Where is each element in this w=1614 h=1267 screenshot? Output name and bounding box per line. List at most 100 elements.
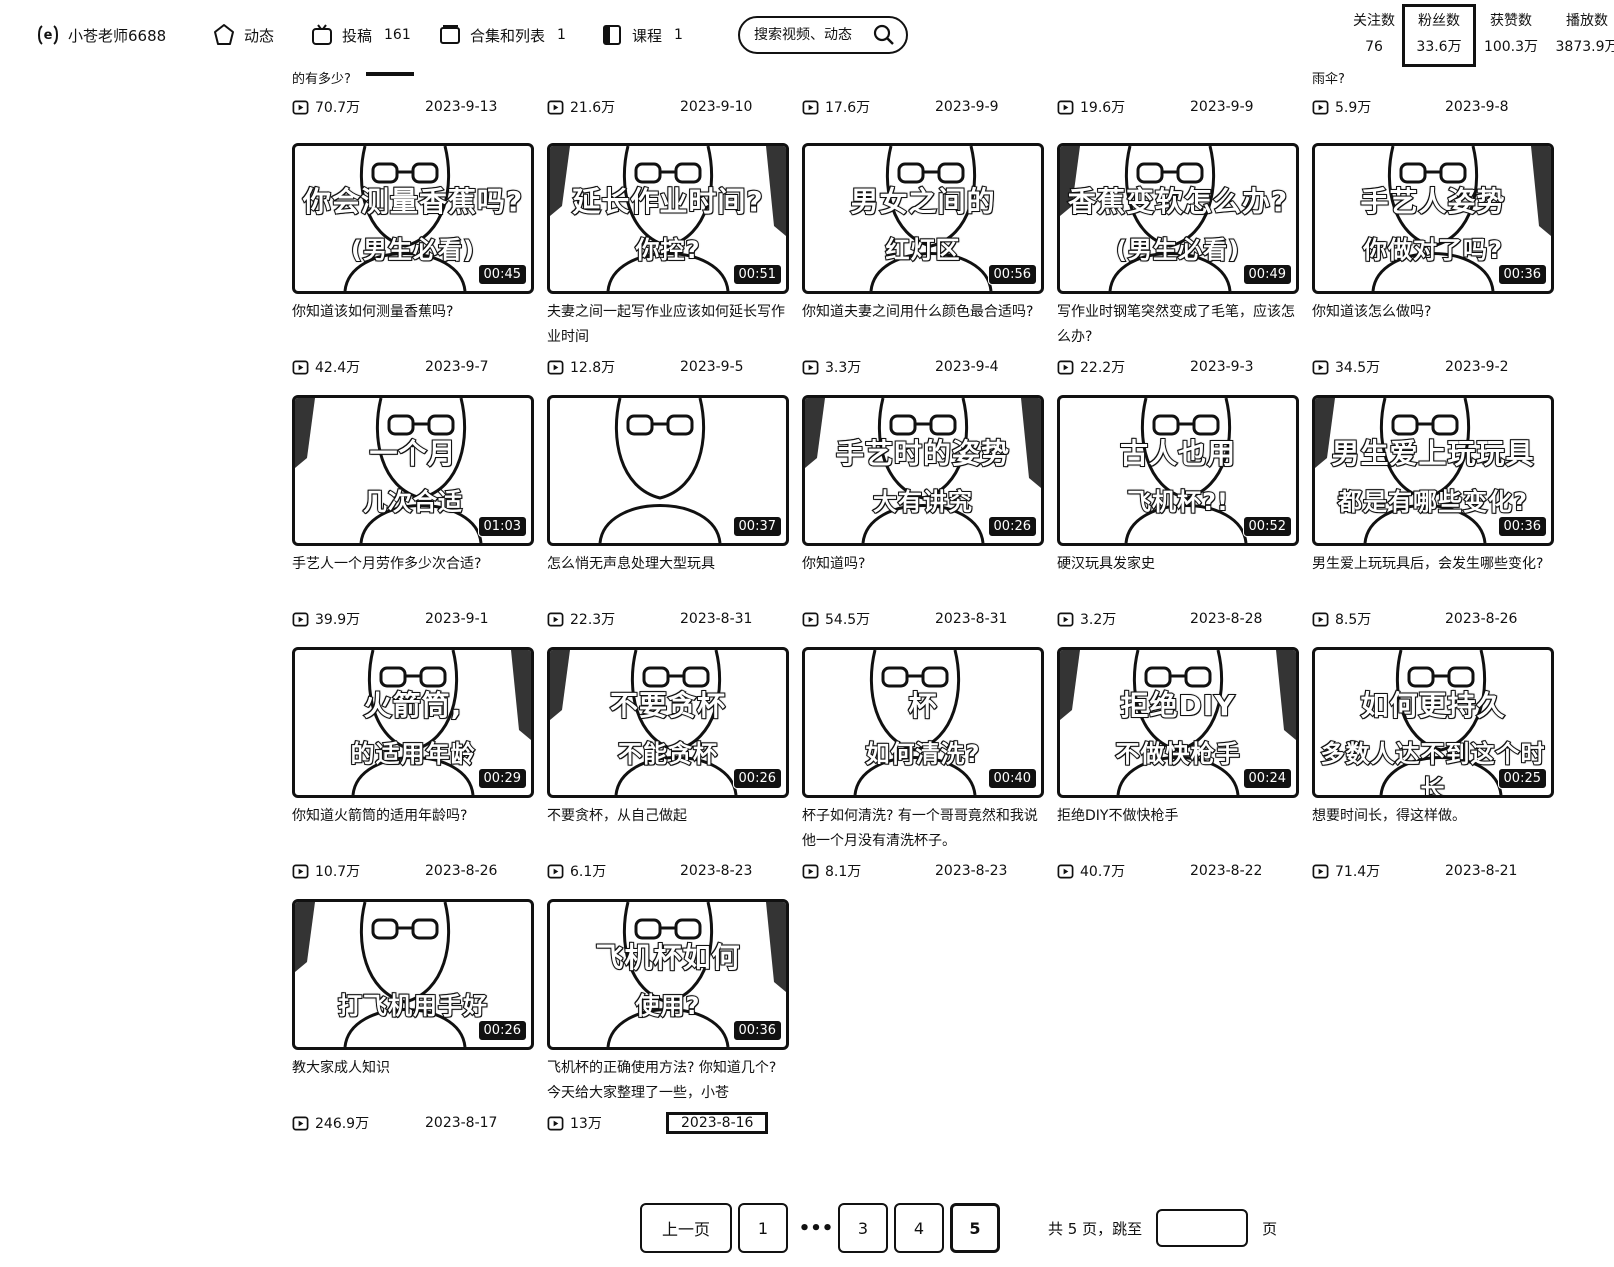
video-duration: 00:49 (1242, 264, 1292, 285)
nav-tab-courses[interactable]: 课程 1 (600, 20, 683, 50)
page-unit-label: 页 (1262, 1219, 1278, 1238)
video-thumbnail[interactable]: 香蕉变软怎么办? (男生必看) 00:49 (1057, 143, 1299, 294)
page-ellipsis: ••• (798, 1217, 834, 1239)
partial-video-card[interactable]: 的有多少? 70.7万 2023-9-13 (292, 70, 534, 118)
play-count-icon (802, 612, 819, 626)
thumbnail-subcaption: 你控? (635, 235, 701, 265)
stat-following[interactable]: 关注数 76 (1346, 8, 1402, 67)
video-card[interactable]: 如何更持久 多数人达不到这个时长 00:25 想要时间长，得这样做。 71.4万 2023… (1312, 647, 1554, 882)
video-thumbnail[interactable]: 男女之间的 红灯区 00:56 (802, 143, 1044, 294)
video-title[interactable]: 你知道吗? (802, 552, 1044, 602)
video-card[interactable]: 古人也用 飞机杯?! 00:52 硬汉玩具发家史 3.2万 2023-8-28 (1057, 395, 1299, 630)
video-title[interactable]: 飞机杯的正确使用方法? 你知道几个? 今天给大家整理了一些，小苍 (547, 1056, 789, 1106)
page-button-4[interactable]: 4 (894, 1203, 944, 1253)
video-card[interactable]: 男生爱上玩玩具 都是有哪些变化? 00:36 男生爱上玩玩具后，会发生哪些变化? 8.5… (1312, 395, 1554, 630)
video-thumbnail[interactable]: 不要贪杯 不能贪杯 00:26 (547, 647, 789, 798)
play-count-icon (292, 1116, 309, 1130)
play-count-icon (1057, 100, 1074, 114)
video-meta: 71.4万 2023-8-21 (1312, 860, 1554, 882)
video-card[interactable]: 男女之间的 红灯区 00:56 你知道夫妻之间用什么颜色最合适吗? 3.3万 2023-9… (802, 143, 1044, 378)
video-card[interactable]: 香蕉变软怎么办? (男生必看) 00:49 写作业时钢笔突然变成了毛笔，应该怎么办? 2… (1057, 143, 1299, 378)
video-card[interactable]: 杯如何清洗? 00:40 杯子如何清洗? 有一个哥哥竟然和我说他一个月没有清洗杯子。… (802, 647, 1044, 882)
partial-video-card[interactable]: 21.6万 2023-9-10 (547, 70, 789, 118)
video-thumbnail[interactable]: 00:37 (547, 395, 789, 546)
publish-date: 2023-9-3 (1190, 359, 1254, 375)
video-card[interactable]: 飞机杯如何 使用? 00:36 飞机杯的正确使用方法? 你知道几个? 今天给大家整理了… (547, 899, 789, 1134)
video-title[interactable]: 你知道夫妻之间用什么颜色最合适吗? (802, 300, 1044, 350)
page-button-5-current[interactable]: 5 (950, 1203, 1000, 1253)
video-title[interactable]: 写作业时钢笔突然变成了毛笔，应该怎么办? (1057, 300, 1299, 350)
video-thumbnail[interactable]: 打飞机用手好 00:26 (292, 899, 534, 1050)
stat-followers[interactable]: 粉丝数 33.6万 (1402, 4, 1476, 67)
view-count: 8.5万 (1335, 612, 1372, 628)
page-button-3[interactable]: 3 (838, 1203, 888, 1253)
page-button-1[interactable]: 1 (738, 1203, 788, 1253)
search-input[interactable] (754, 27, 872, 43)
video-thumbnail[interactable]: 飞机杯如何 使用? 00:36 (547, 899, 789, 1050)
view-count: 71.4万 (1335, 864, 1381, 880)
video-title[interactable]: 硬汉玩具发家史 (1057, 552, 1299, 602)
nav-tab-uploads[interactable]: 投稿 161 (310, 20, 411, 50)
video-title[interactable]: 教大家成人知识 (292, 1056, 534, 1106)
nav-tab-count: 161 (384, 27, 411, 43)
video-card[interactable]: 一个月 几次合适 01:03 手艺人一个月劳作多少次合适? 39.9万 2023-9-1 (292, 395, 534, 630)
video-thumbnail[interactable]: 男生爱上玩玩具 都是有哪些变化? 00:36 (1312, 395, 1554, 546)
nav-tab-count: 1 (557, 27, 566, 43)
video-title[interactable]: 夫妻之间一起写作业应该如何延长写作业时间 (547, 300, 789, 350)
video-title[interactable]: 不要贪杯，从自己做起 (547, 804, 789, 854)
video-title[interactable] (547, 70, 789, 92)
user-home-link[interactable]: e 小苍老师6688 (36, 20, 166, 50)
video-title[interactable]: 想要时间长，得这样做。 (1312, 804, 1554, 854)
video-title[interactable]: 杯子如何清洗? 有一个哥哥竟然和我说他一个月没有清洗杯子。 (802, 804, 1044, 854)
thumbnail-caption: 古人也用 (1119, 436, 1236, 471)
video-card[interactable]: 你会测量香蕉吗? (男生必看) 00:45 你知道该如何测量香蕉吗? 42.4万 2023… (292, 143, 534, 378)
play-count-icon (547, 100, 564, 114)
video-card[interactable]: 延长作业时间? 你控? 00:51 夫妻之间一起写作业应该如何延长写作业时间 12.8万… (547, 143, 789, 378)
partial-video-card[interactable]: 雨伞? 5.9万 2023-9-8 (1312, 70, 1554, 118)
video-title[interactable]: 怎么悄无声息处理大型玩具 (547, 552, 789, 602)
svg-text:e: e (44, 28, 53, 43)
video-card[interactable]: 手艺人姿势 你做对了吗? 00:36 你知道该怎么做吗? 34.5万 2023-9-2 (1312, 143, 1554, 378)
video-title[interactable]: 男生爱上玩玩具后，会发生哪些变化? (1312, 552, 1554, 602)
video-card[interactable]: 火箭筒, 的适用年龄 00:29 你知道火箭筒的适用年龄吗? 10.7万 2023-8-2… (292, 647, 534, 882)
video-thumbnail[interactable]: 手艺时的姿势 大有讲究 00:26 (802, 395, 1044, 546)
partial-video-card[interactable]: 17.6万 2023-9-9 (802, 70, 1044, 118)
video-thumbnail[interactable]: 杯如何清洗? 00:40 (802, 647, 1044, 798)
video-title[interactable]: 拒绝DIY不做快枪手 (1057, 804, 1299, 854)
stat-likes: 获赞数 100.3万 (1476, 8, 1546, 67)
video-title[interactable]: 手艺人一个月劳作多少次合适? (292, 552, 534, 602)
video-thumbnail[interactable]: 火箭筒, 的适用年龄 00:29 (292, 647, 534, 798)
publish-date: 2023-8-23 (935, 863, 1008, 879)
nav-tab-collections[interactable]: 合集和列表 1 (438, 20, 566, 50)
video-card[interactable]: 00:37 怎么悄无声息处理大型玩具 22.3万 2023-8-31 (547, 395, 789, 630)
video-title[interactable]: 的有多少? (292, 70, 534, 92)
nav-tab-count: 1 (674, 27, 683, 43)
publish-date: 2023-9-2 (1445, 359, 1509, 375)
partial-video-card[interactable]: 19.6万 2023-9-9 (1057, 70, 1299, 118)
video-thumbnail[interactable]: 你会测量香蕉吗? (男生必看) 00:45 (292, 143, 534, 294)
nav-tab-dynamic[interactable]: 动态 (212, 20, 274, 50)
video-title[interactable]: 雨伞? (1312, 70, 1554, 92)
video-thumbnail[interactable]: 拒绝DIY 不做快枪手 00:24 (1057, 647, 1299, 798)
publish-date: 2023-9-13 (425, 99, 498, 115)
video-thumbnail[interactable]: 延长作业时间? 你控? 00:51 (547, 143, 789, 294)
view-count: 3.2万 (1080, 612, 1117, 628)
video-title[interactable]: 你知道该怎么做吗? (1312, 300, 1554, 350)
video-card[interactable]: 不要贪杯 不能贪杯 00:26 不要贪杯，从自己做起 6.1万 2023-8-23 (547, 647, 789, 882)
video-card[interactable]: 拒绝DIY 不做快枪手 00:24 拒绝DIY不做快枪手 40.7万 2023-8-22 (1057, 647, 1299, 882)
video-card[interactable]: 打飞机用手好 00:26 教大家成人知识 246.9万 2023-8-17 (292, 899, 534, 1134)
video-thumbnail[interactable]: 手艺人姿势 你做对了吗? 00:36 (1312, 143, 1554, 294)
video-title[interactable]: 你知道火箭筒的适用年龄吗? (292, 804, 534, 854)
search-icon[interactable] (872, 22, 896, 48)
video-thumbnail[interactable]: 如何更持久 多数人达不到这个时长 00:25 (1312, 647, 1554, 798)
video-duration: 00:52 (1242, 516, 1292, 537)
video-title[interactable] (802, 70, 1044, 92)
video-card[interactable]: 手艺时的姿势 大有讲究 00:26 你知道吗? 54.5万 2023-8-31 (802, 395, 1044, 630)
video-title[interactable] (1057, 70, 1299, 92)
page-jump-input[interactable] (1156, 1209, 1249, 1247)
view-count: 21.6万 (570, 100, 616, 116)
video-title[interactable]: 你知道该如何测量香蕉吗? (292, 300, 534, 350)
prev-page-button[interactable]: 上一页 (640, 1203, 732, 1253)
video-thumbnail[interactable]: 古人也用 飞机杯?! 00:52 (1057, 395, 1299, 546)
video-thumbnail[interactable]: 一个月 几次合适 01:03 (292, 395, 534, 546)
